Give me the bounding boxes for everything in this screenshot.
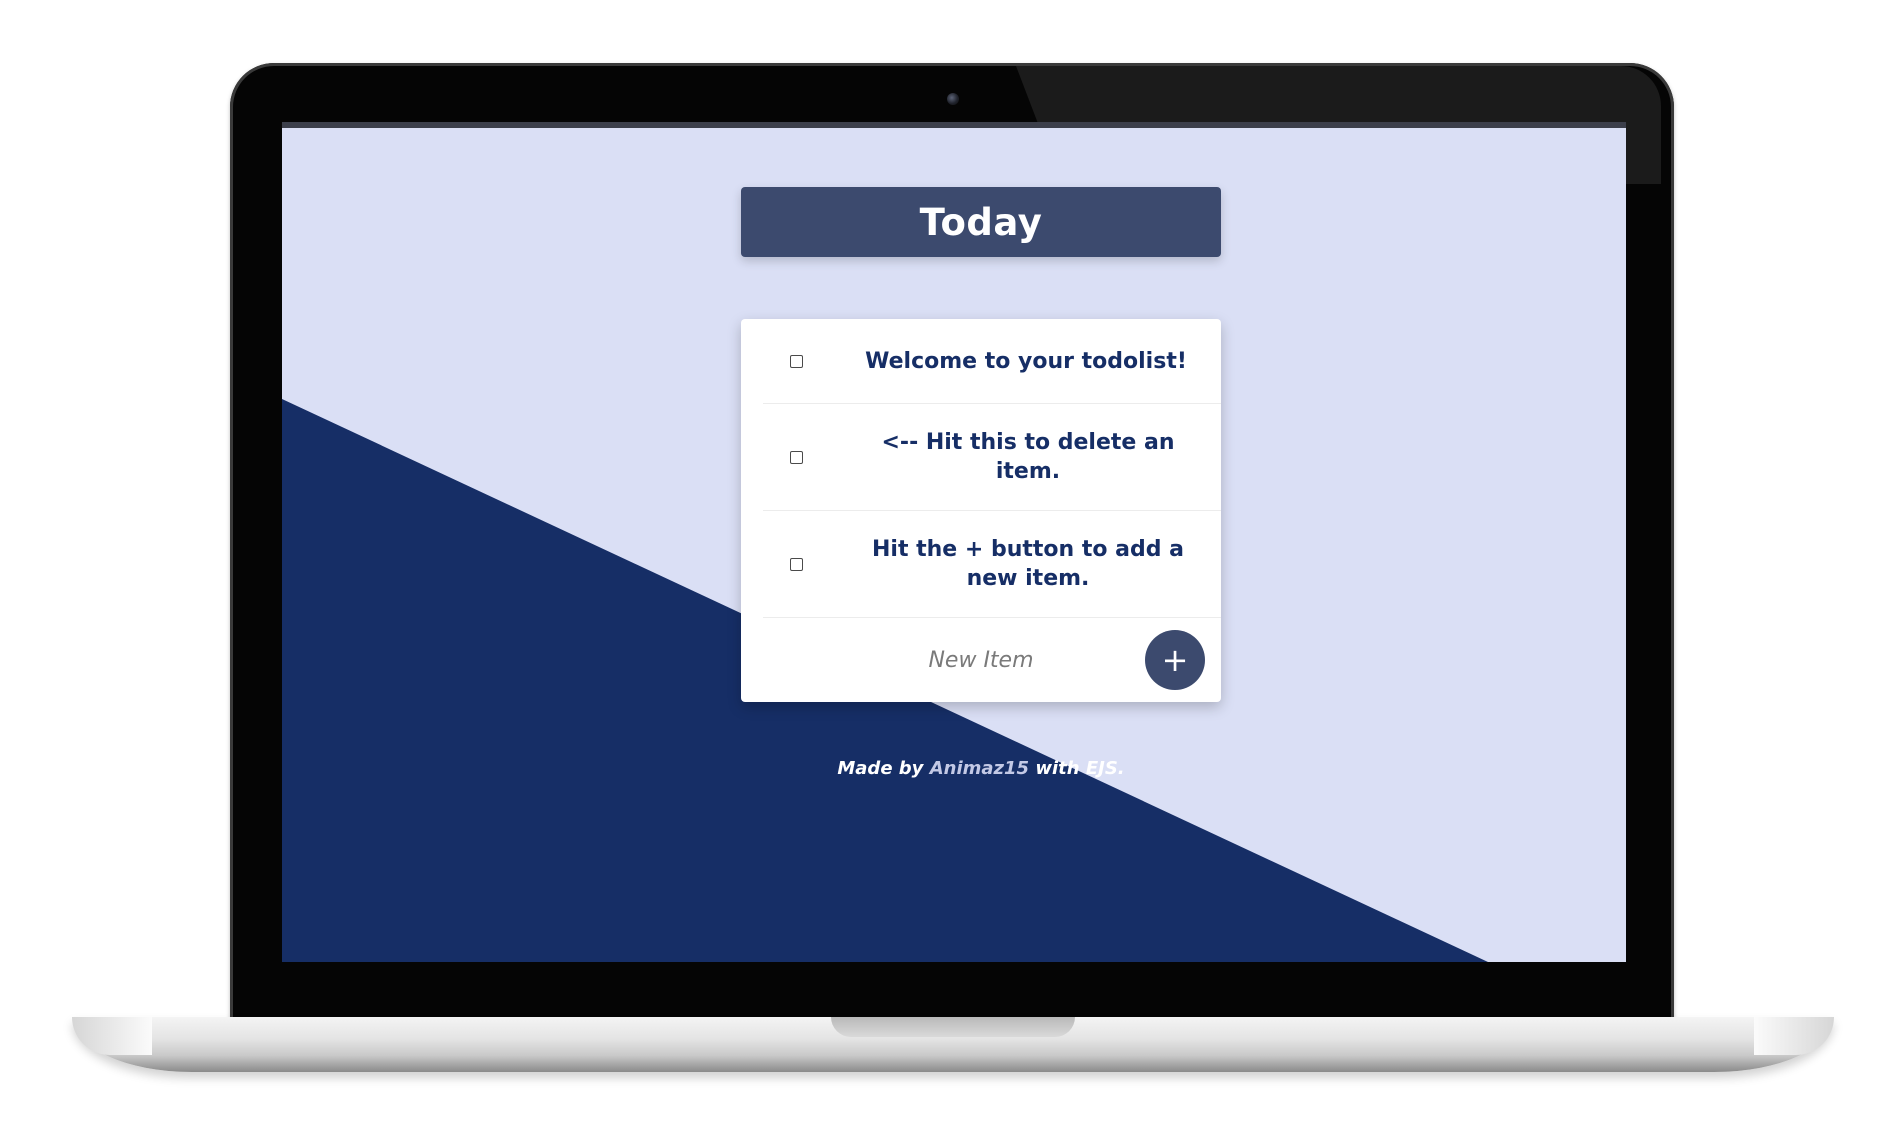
todo-item-checkbox[interactable]	[790, 450, 803, 464]
list-title: Today	[919, 200, 1043, 244]
todo-item-checkbox[interactable]	[790, 557, 803, 571]
laptop-base-right-edge	[1754, 1017, 1834, 1055]
new-item-input[interactable]	[881, 642, 1081, 678]
list-heading: Today	[741, 187, 1221, 257]
todo-item-label: Hit the + button to add a new item.	[872, 537, 1184, 591]
laptop-mockup: Today Welcome to your todolist! <-- Hit …	[0, 0, 1895, 1139]
todo-item-label: Welcome to your todolist!	[865, 348, 1187, 374]
todo-card: Welcome to your todolist! <-- Hit this t…	[741, 319, 1221, 702]
new-item-form: +	[741, 618, 1221, 702]
screen-top-edge	[282, 122, 1626, 128]
todo-item: Hit the + button to add a new item.	[763, 511, 1221, 618]
webcam-icon	[947, 93, 959, 105]
todo-item-label: <-- Hit this to delete an item.	[881, 430, 1175, 484]
laptop-base-left-edge	[72, 1017, 152, 1055]
todo-item: Welcome to your todolist!	[763, 319, 1221, 404]
laptop-hinge-notch	[831, 1017, 1075, 1037]
todo-item: <-- Hit this to delete an item.	[763, 404, 1221, 511]
footer-author-link[interactable]: Animaz15	[930, 758, 1029, 779]
todo-item-checkbox[interactable]	[790, 354, 803, 368]
footer-prefix: Made by	[837, 758, 924, 779]
add-item-button[interactable]: +	[1145, 630, 1205, 690]
browser-viewport: Today Welcome to your todolist! <-- Hit …	[282, 122, 1626, 962]
page-footer: Made by Animaz15 with EJS.	[641, 758, 1321, 779]
footer-tech: EJS.	[1085, 758, 1125, 779]
footer-middle: with	[1035, 758, 1080, 779]
